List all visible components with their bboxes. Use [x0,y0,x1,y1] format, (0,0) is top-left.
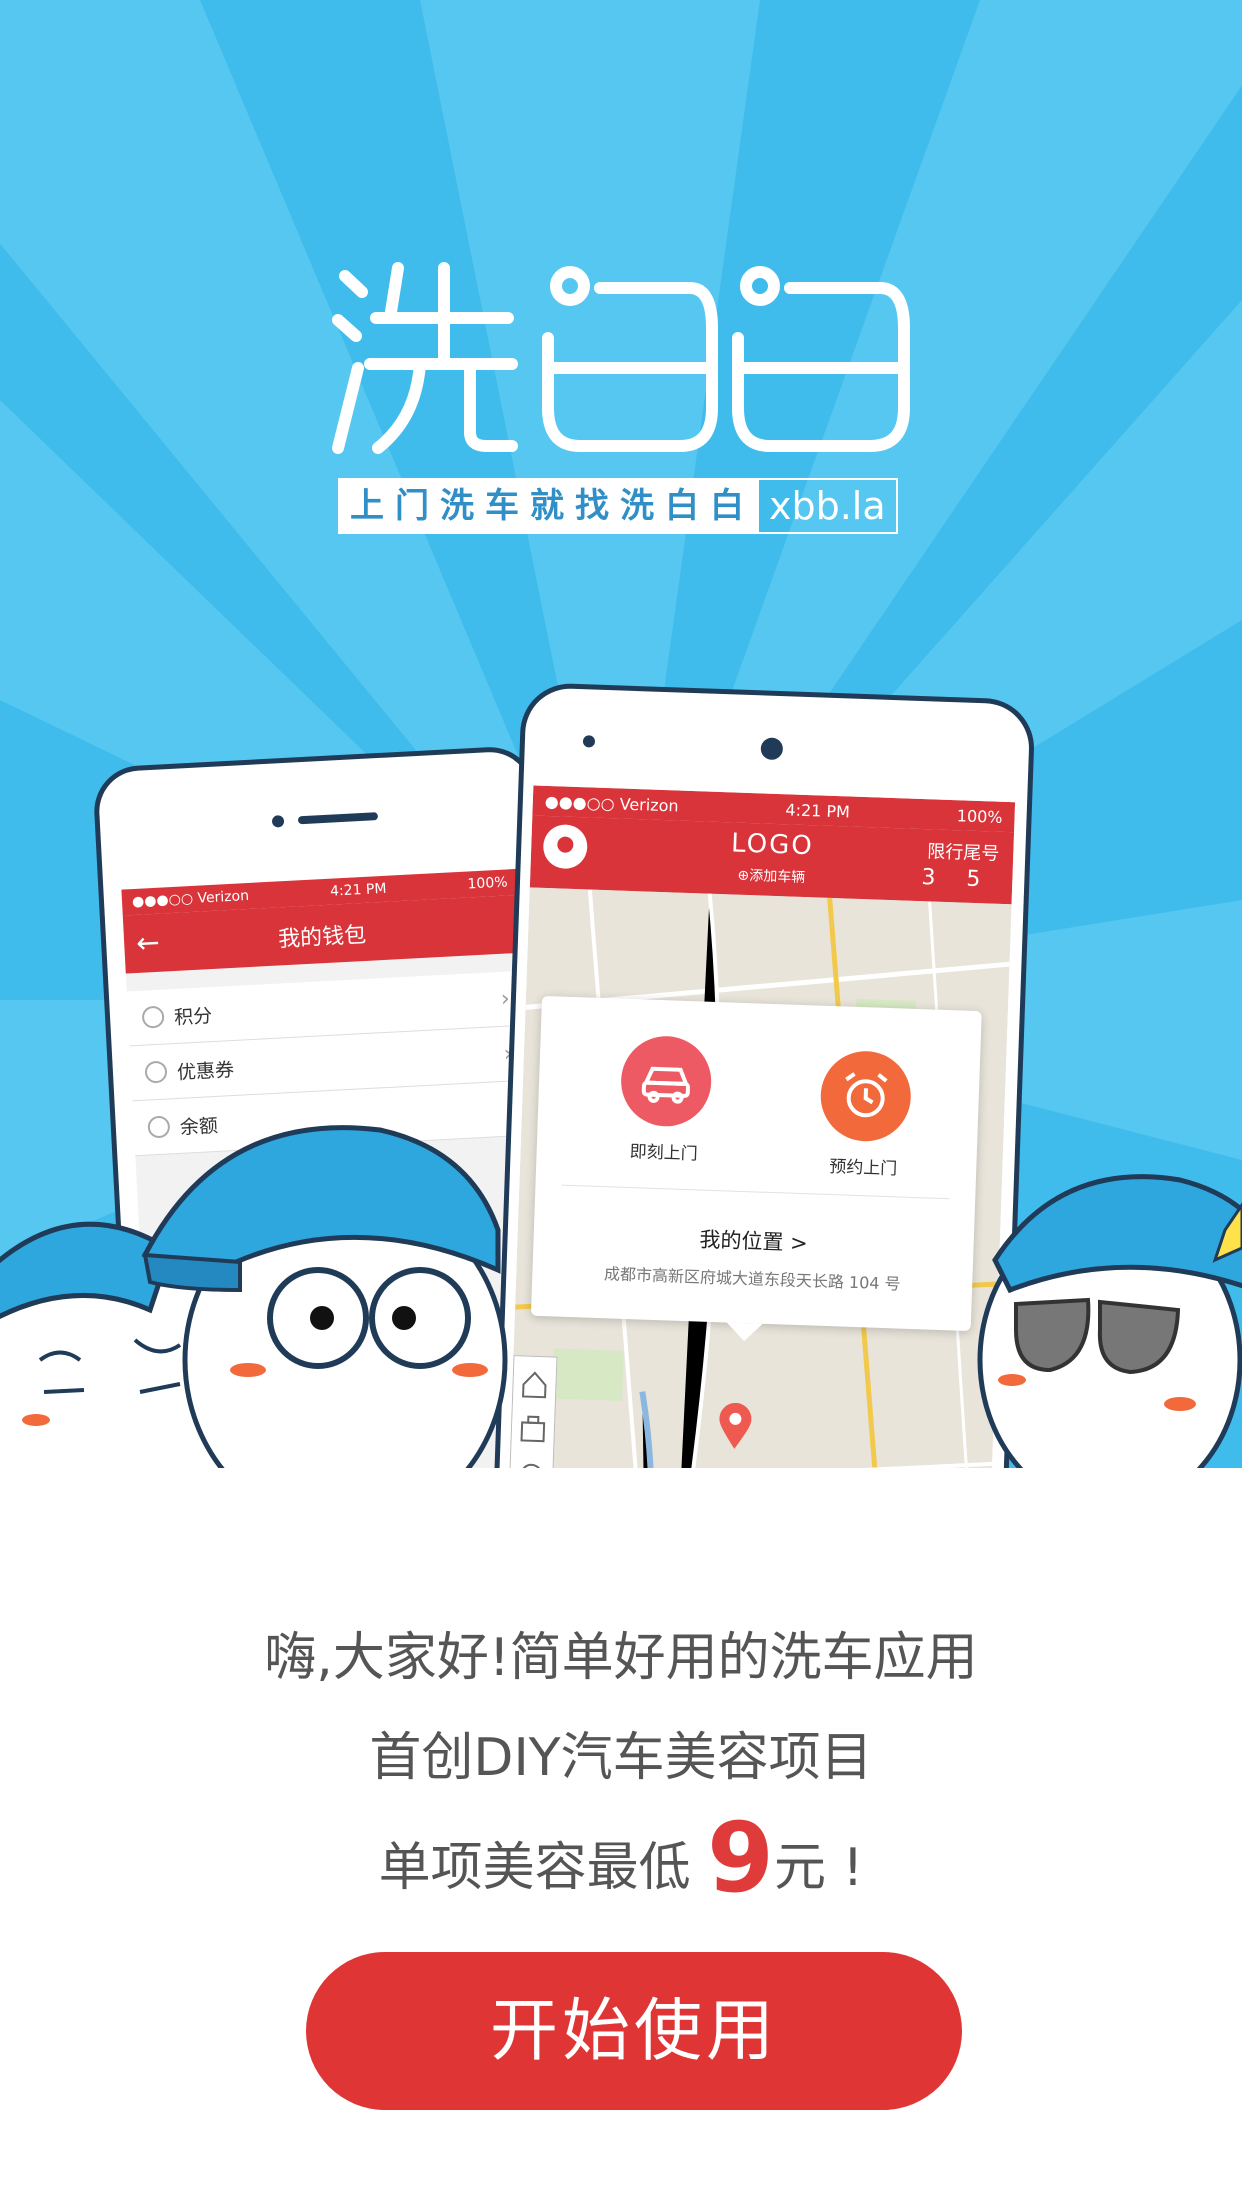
price-highlight: 9 [707,1802,774,1914]
copy-line-3-prefix: 单项美容最低 [378,1838,708,1898]
copy-line-1: 嗨,大家好!简单好用的洗车应用 [264,1628,978,1688]
copy-line-2: 首创DIY汽车美容项目 [369,1728,873,1788]
copy-line-3-suffix: 元 ! [773,1838,864,1898]
start-using-button[interactable]: 开始使用 [306,1952,962,2110]
marketing-copy: 嗨,大家好!简单好用的洗车应用 首创DIY汽车美容项目 单项美容最低 9元 ! [0,1608,1242,1918]
splash-screen: 上门洗车就找洗白白 xbb.la ●●●○○ Verizon 4:21 PM 1… [0,0,1242,2208]
mascot-group [0,1125,1242,1468]
glasses-mascot [141,1125,508,1468]
hero-banner: 上门洗车就找洗白白 xbb.la ●●●○○ Verizon 4:21 PM 1… [0,0,1242,1468]
copy-line-3: 单项美容最低 9元 ! [0,1808,1242,1918]
sunglasses-mascot [977,1174,1242,1468]
